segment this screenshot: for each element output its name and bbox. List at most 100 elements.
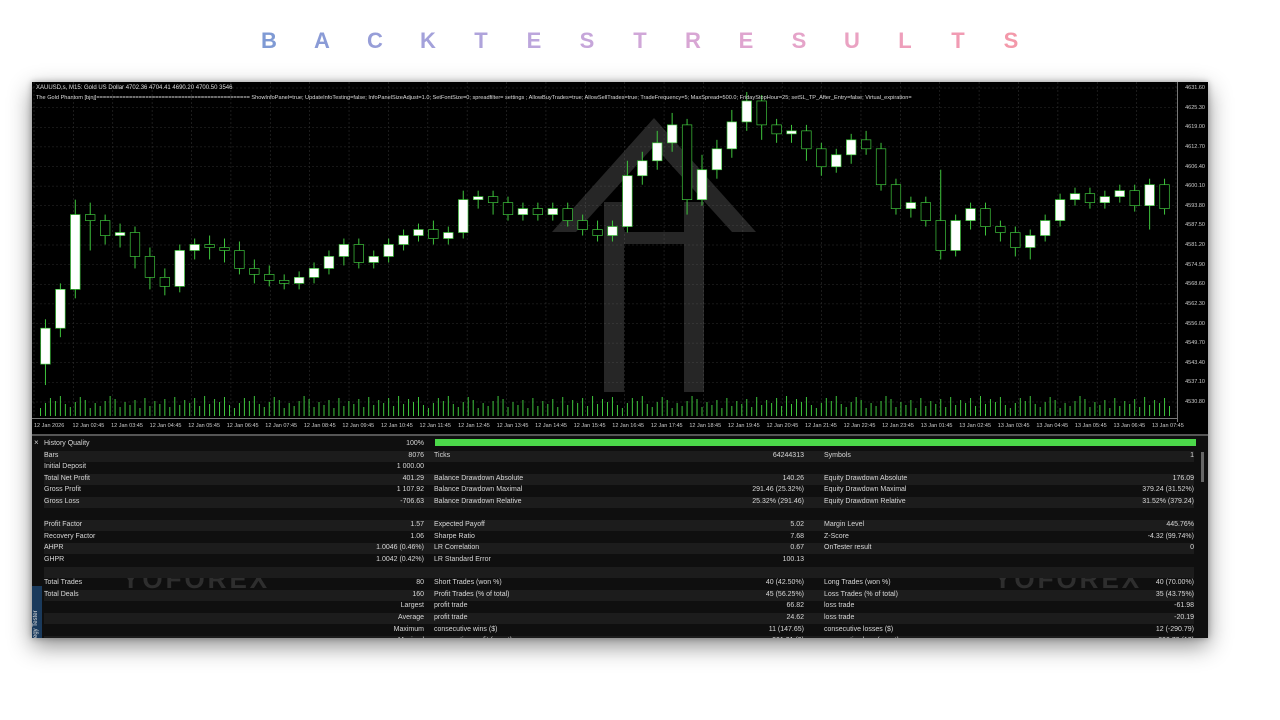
time-label: 12 Jan 14:45 (535, 423, 567, 429)
candle-bear (980, 208, 991, 227)
candle-bull (667, 124, 678, 144)
candle-bear (129, 232, 141, 257)
report-value: Average (398, 614, 424, 621)
candle-bull (905, 202, 917, 209)
time-label: 12 Jan 09:45 (342, 423, 375, 429)
report-value: 7.68 (790, 532, 804, 540)
candle-bull (1025, 235, 1036, 248)
time-label: 12 Jan 16:45 (612, 423, 645, 429)
report-value: 8076 (408, 451, 424, 459)
candle-bull (308, 268, 320, 278)
time-label: 12 Jan 13:45 (496, 423, 529, 429)
time-axis[interactable]: 12 Jan 2026 12 Jan 02:45 12 Jan 03:45 12 Ja… (32, 418, 1184, 433)
candle-bear (1084, 193, 1096, 203)
report-label: OnTester result (824, 544, 872, 552)
headline-letter: T (474, 28, 488, 53)
candle-bull (1144, 184, 1155, 206)
time-label: 13 Jan 05:45 (1074, 423, 1107, 429)
report-value: 291.46 (25.32%) (752, 486, 804, 494)
report-value: -4.32 (99.74%) (1147, 532, 1194, 540)
report-value: 401.29 (402, 474, 424, 482)
candle-bear (577, 220, 588, 230)
report-value: 5.02 (790, 521, 804, 529)
report-label: LR Correlation (434, 544, 480, 552)
report-label: loss trade (824, 614, 855, 621)
report-row: AHPR 1.0046 (0.46%) LR Correlation 0.67 OnTe… (44, 543, 1194, 555)
candle-bull (607, 226, 618, 236)
price-label: 4593.80 (1185, 202, 1205, 209)
candle-bear (159, 277, 170, 287)
candle-bear (816, 148, 827, 168)
watermark-arrow-bar (624, 232, 684, 244)
strategy-tester-tab[interactable]: egy Tester (32, 586, 42, 638)
candle-bull (831, 154, 842, 168)
report-row: GHPR 1.0042 (0.42%) LR Standard Error 100.1… (44, 555, 1194, 566)
time-label: 13 Jan 02:45 (959, 423, 992, 429)
candle-bear (144, 256, 156, 278)
candle-bear (920, 202, 931, 221)
headline-letter: T (951, 28, 965, 53)
report-value: 201.21 (9) (634, 637, 804, 638)
headline-letter: K (420, 28, 436, 53)
report-label: Equity Drawdown Relative (824, 498, 906, 505)
candle-bull (652, 142, 663, 162)
expert-parameters: The Gold Phantom [bjnj]=================… (36, 95, 912, 101)
time-label: 12 Jan 22:45 (843, 423, 876, 429)
report-label: Total Deals (44, 590, 79, 598)
candle-bull (293, 277, 305, 284)
price-axis[interactable]: 4631.60 4625.30 4619.00 4612.70 4606.40 4600.… (1177, 82, 1208, 422)
report-row (44, 509, 1194, 520)
report-value: 100% (406, 440, 424, 447)
candle-bear (249, 268, 260, 275)
report-scrollbar[interactable] (1201, 452, 1204, 482)
report-value: 176.09 (1172, 474, 1194, 482)
close-icon[interactable]: × (34, 438, 39, 447)
report-label: AHPR (44, 544, 64, 552)
headline-letter: E (738, 28, 754, 53)
symbol-info: XAUUSD,s, M15: Gold US Dollar 4702.36 47… (36, 85, 233, 91)
report-label: Sharpe Ratio (434, 532, 475, 540)
time-label: 12 Jan 04:45 (149, 423, 182, 429)
candle-bull (547, 208, 558, 215)
report-label: Gross Profit (44, 486, 81, 494)
time-label: 12 Jan 02:45 (72, 423, 105, 429)
time-label: 13 Jan 06:45 (1113, 423, 1146, 429)
report-row: Recovery Factor 1.06 Sharpe Ratio 7.68 Z-Sco… (44, 532, 1194, 543)
report-label: Initial Deposit (44, 463, 87, 471)
candle-bull (1069, 193, 1081, 200)
report-row: Bars 8076 Ticks 64244313 Symbols 1 (44, 450, 1194, 462)
report-value: 66.82 (786, 602, 804, 610)
report-label: LR Standard Error (434, 556, 491, 563)
candle-bull (1040, 220, 1051, 236)
report-label: GHPR (44, 556, 65, 563)
time-label: 12 Jan 12:45 (458, 423, 490, 429)
report-value: 0.67 (790, 544, 804, 552)
headline-letter: S (1003, 28, 1019, 53)
candle-bull (40, 327, 51, 365)
price-label: 4543.40 (1185, 359, 1205, 366)
report-label: Balance Drawdown Relative (434, 498, 522, 505)
report-value: 1.06 (410, 532, 424, 540)
price-label: 4587.50 (1185, 222, 1205, 229)
report-value: 35 (43.75%) (1155, 590, 1194, 598)
report-label: Gross Loss (44, 498, 80, 505)
watermark-arrow-stem-right (684, 202, 704, 392)
report-value: -20.19 (1174, 614, 1194, 621)
time-label: 12 Jan 07:45 (265, 423, 298, 429)
candle-bull (174, 250, 185, 287)
headline-letter: R (685, 28, 701, 53)
time-label: 12 Jan 15:45 (573, 423, 606, 429)
candle-bear (1159, 184, 1170, 209)
candle-bear (890, 184, 902, 209)
candle-bear (592, 229, 603, 236)
candle-bull (711, 148, 723, 171)
report-label: Loss Trades (% of total) (824, 590, 898, 598)
price-label: 4562.30 (1185, 300, 1205, 307)
candle-bull (786, 130, 797, 135)
candle-bear (756, 100, 767, 126)
report-value: 1.0042 (0.42%) (376, 556, 424, 563)
price-label: 4619.00 (1185, 124, 1205, 131)
price-chart[interactable]: XAUUSD,s, M15: Gold US Dollar 4702.36 47… (32, 82, 1208, 434)
candle-bear (502, 202, 514, 215)
report-row: Largest profit trade 66.82 loss trade -61.98 (44, 601, 1194, 612)
